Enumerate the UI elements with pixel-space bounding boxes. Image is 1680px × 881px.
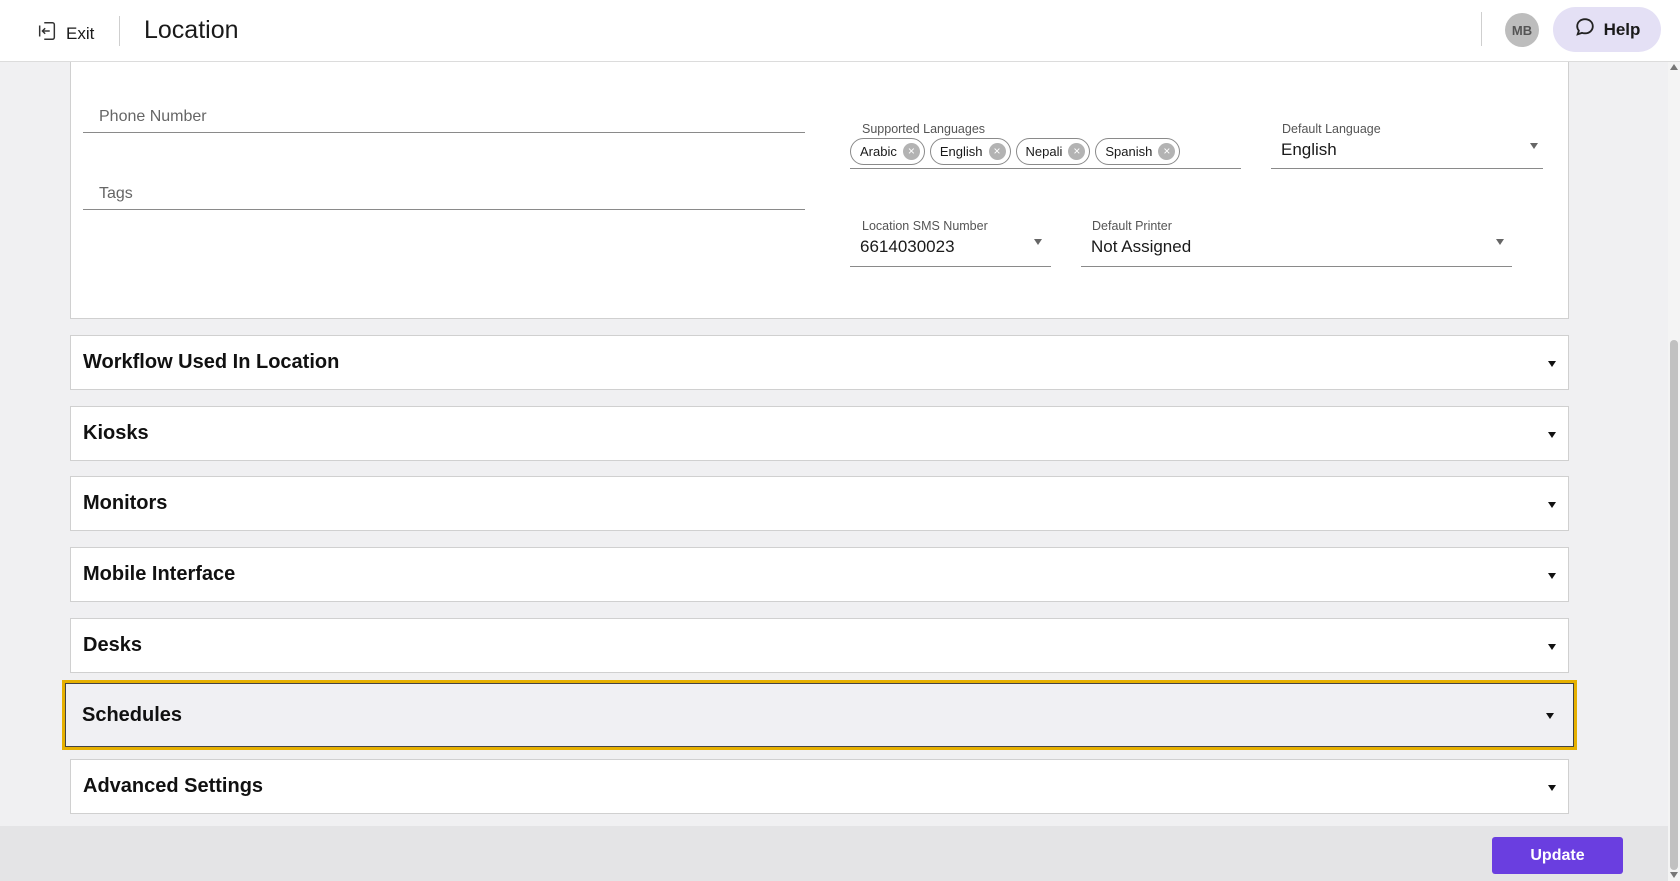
- exit-icon: [36, 20, 58, 47]
- help-button[interactable]: Help: [1553, 7, 1661, 52]
- caret-down-icon: [1034, 239, 1042, 245]
- header-divider-right: [1481, 12, 1482, 46]
- scroll-down-arrow-icon[interactable]: [1670, 872, 1678, 878]
- section-title: Schedules: [82, 704, 183, 726]
- chat-bubble-icon: [1574, 16, 1596, 43]
- location-sms-number-label: Location SMS Number: [862, 219, 988, 233]
- section-mobile-interface[interactable]: Mobile Interface: [70, 547, 1569, 602]
- section-advanced-settings[interactable]: Advanced Settings: [70, 759, 1569, 814]
- language-chips: Arabic × English × Nepali × Spanish ×: [850, 138, 1181, 165]
- top-header: Exit Location MB Help: [0, 0, 1680, 62]
- chip-label: Nepali: [1025, 144, 1063, 159]
- section-title: Monitors: [83, 492, 168, 514]
- caret-down-icon: [1548, 432, 1556, 438]
- supported-languages-label: Supported Languages: [862, 122, 986, 136]
- caret-down-icon: [1496, 239, 1504, 245]
- close-circle-icon[interactable]: ×: [1068, 143, 1086, 160]
- language-chip[interactable]: Spanish ×: [1095, 138, 1181, 165]
- close-circle-icon[interactable]: ×: [902, 143, 920, 160]
- section-desks[interactable]: Desks: [70, 618, 1569, 673]
- location-sms-number-value: 6614030023: [860, 237, 955, 256]
- section-title: Kiosks: [83, 422, 149, 444]
- phone-number-placeholder: Phone Number: [99, 108, 207, 125]
- caret-down-icon: [1548, 361, 1556, 367]
- default-language-label: Default Language: [1282, 122, 1381, 136]
- tags-placeholder: Tags: [99, 185, 133, 202]
- page-title: Location: [144, 16, 239, 44]
- chip-label: Spanish: [1105, 144, 1153, 159]
- close-circle-icon[interactable]: ×: [1158, 143, 1176, 160]
- section-schedules[interactable]: Schedules: [62, 680, 1577, 750]
- caret-down-icon: [1546, 713, 1554, 719]
- scroll-thumb[interactable]: [1670, 340, 1678, 870]
- help-label: Help: [1603, 19, 1641, 39]
- section-title: Advanced Settings: [83, 775, 264, 797]
- section-title: Mobile Interface: [83, 563, 236, 585]
- language-chip[interactable]: Nepali ×: [1015, 138, 1091, 165]
- language-chip[interactable]: Arabic ×: [850, 138, 925, 165]
- caret-down-icon: [1548, 502, 1556, 508]
- scrollbar[interactable]: [1668, 62, 1680, 881]
- footer-bar: Update: [0, 826, 1668, 881]
- default-language-value: English: [1281, 140, 1337, 159]
- section-workflow-used-in-location[interactable]: Workflow Used In Location: [70, 335, 1569, 390]
- tags-field[interactable]: Tags: [83, 174, 805, 210]
- location-details-card: Phone Number Tags Supported Languages De…: [70, 62, 1569, 319]
- chip-label: English: [939, 144, 983, 159]
- section-title: Desks: [83, 634, 142, 656]
- close-circle-icon[interactable]: ×: [988, 143, 1006, 160]
- section-title: Workflow Used In Location: [83, 351, 340, 373]
- section-kiosks[interactable]: Kiosks: [70, 406, 1569, 461]
- default-printer-value: Not Assigned: [1091, 237, 1192, 256]
- default-printer-label: Default Printer: [1092, 219, 1172, 233]
- section-monitors[interactable]: Monitors: [70, 476, 1569, 531]
- header-divider: [119, 16, 120, 46]
- exit-button[interactable]: Exit: [36, 20, 94, 47]
- scroll-up-arrow-icon[interactable]: [1670, 64, 1678, 70]
- avatar[interactable]: MB: [1505, 13, 1539, 47]
- caret-down-icon: [1548, 573, 1556, 579]
- caret-down-icon: [1530, 143, 1538, 149]
- language-chip[interactable]: English ×: [929, 138, 1011, 165]
- phone-number-field[interactable]: Phone Number: [83, 96, 805, 133]
- chip-label: Arabic: [860, 144, 897, 159]
- caret-down-icon: [1548, 644, 1556, 650]
- caret-down-icon: [1548, 785, 1556, 791]
- exit-label: Exit: [66, 23, 95, 43]
- update-button[interactable]: Update: [1492, 837, 1623, 874]
